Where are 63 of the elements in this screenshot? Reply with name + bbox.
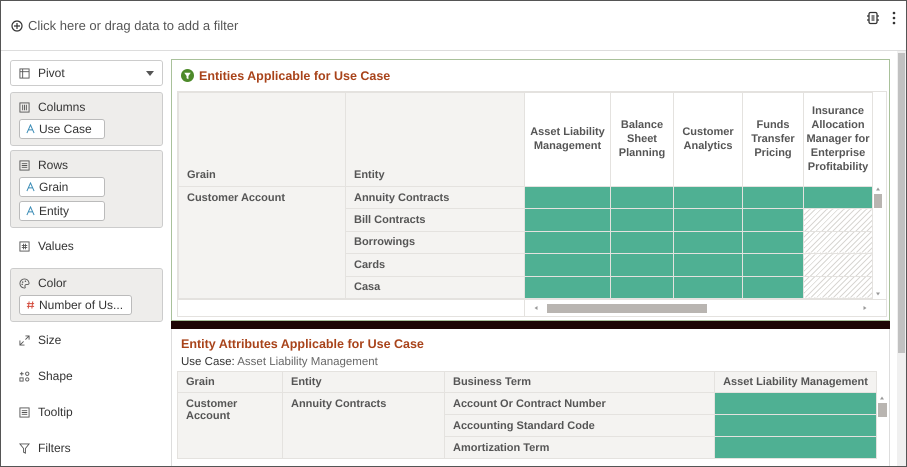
column-header: Grain bbox=[178, 92, 346, 186]
row-header: Account Or Contract Number bbox=[444, 392, 714, 414]
pivot-icon bbox=[19, 68, 30, 78]
add-icon bbox=[11, 20, 23, 32]
scroll-thumb[interactable] bbox=[874, 194, 882, 208]
resize-icon bbox=[19, 334, 30, 346]
field-pill[interactable]: Entity bbox=[19, 201, 105, 221]
row-header: Customer Account bbox=[178, 392, 282, 458]
drop-zone[interactable]: Filters bbox=[19, 440, 154, 456]
row-header: Annuity Contracts bbox=[282, 392, 444, 458]
funnel-icon bbox=[19, 442, 30, 454]
filter-badge-icon bbox=[181, 69, 194, 82]
columns-icon bbox=[19, 102, 30, 112]
palette-icon bbox=[19, 278, 30, 288]
row-header: Bill Contracts bbox=[346, 208, 524, 232]
drop-zone[interactable]: Color Number of Us... bbox=[10, 268, 163, 322]
filter-bar[interactable]: Click here or drag data to add a filter bbox=[1, 1, 906, 51]
field-pill[interactable]: Grain bbox=[19, 177, 105, 197]
column-header: Asset Liability Management bbox=[714, 372, 876, 392]
more-icon[interactable] bbox=[892, 10, 896, 24]
drop-zone[interactable]: Tooltip bbox=[19, 404, 154, 420]
filter-prompt: Click here or drag data to add a filter bbox=[28, 18, 238, 33]
column-header: Insurance Allocation Manager for Enterprise Profitability bbox=[804, 92, 872, 186]
column-header: Entity bbox=[346, 92, 524, 186]
column-header: Balance Sheet Planning bbox=[610, 92, 674, 186]
caret-icon bbox=[146, 70, 154, 76]
drop-zone[interactable]: Rows Grain Entity bbox=[10, 150, 163, 228]
field-pill[interactable]: Use Case bbox=[19, 119, 105, 139]
row-header: Amortization Term bbox=[444, 436, 714, 458]
column-header: Entity bbox=[282, 372, 444, 392]
view-dropdown[interactable]: Pivot bbox=[10, 60, 163, 86]
row-header: Annuity Contracts bbox=[346, 186, 524, 209]
list-icon bbox=[19, 406, 30, 418]
scroll-thumb[interactable] bbox=[547, 304, 707, 312]
column-header: Funds Transfer Pricing bbox=[742, 92, 804, 186]
column-header: Business Term bbox=[444, 372, 714, 392]
row-header: Accounting Standard Code bbox=[444, 414, 714, 436]
drop-zone[interactable]: Shape bbox=[19, 368, 154, 384]
text-type-icon bbox=[26, 182, 35, 192]
row-header: Casa bbox=[346, 276, 524, 298]
row-header: Cards bbox=[346, 254, 524, 276]
rows-icon bbox=[19, 160, 30, 170]
panel-title: Entities Applicable for Use Case bbox=[199, 68, 390, 82]
column-header: Customer Analytics bbox=[674, 92, 742, 186]
scroll-thumb[interactable] bbox=[878, 402, 886, 416]
row-header: Borrowings bbox=[346, 231, 524, 254]
properties-icon[interactable] bbox=[866, 10, 880, 24]
use-case-label: Use Case: Asset Liability Management bbox=[180, 356, 379, 368]
text-type-icon bbox=[26, 124, 35, 134]
column-header: Asset Liability Management bbox=[524, 92, 610, 186]
hash-icon bbox=[19, 240, 30, 252]
text-type-icon bbox=[26, 206, 35, 216]
drop-zone[interactable]: Values bbox=[19, 238, 154, 254]
shapes-icon bbox=[19, 370, 30, 382]
drop-zone[interactable]: Size bbox=[19, 332, 154, 348]
drop-zone[interactable]: Columns Use Case bbox=[10, 92, 163, 146]
field-pill[interactable]: Number of Us... bbox=[19, 295, 132, 315]
number-type-icon bbox=[26, 300, 35, 310]
column-header: Grain bbox=[178, 372, 282, 392]
scroll-thumb[interactable] bbox=[898, 53, 905, 353]
row-header: Customer Account bbox=[178, 186, 346, 298]
page-scrollbar[interactable] bbox=[897, 51, 906, 466]
panel-title: Entity Attributes Applicable for Use Case bbox=[180, 336, 425, 353]
